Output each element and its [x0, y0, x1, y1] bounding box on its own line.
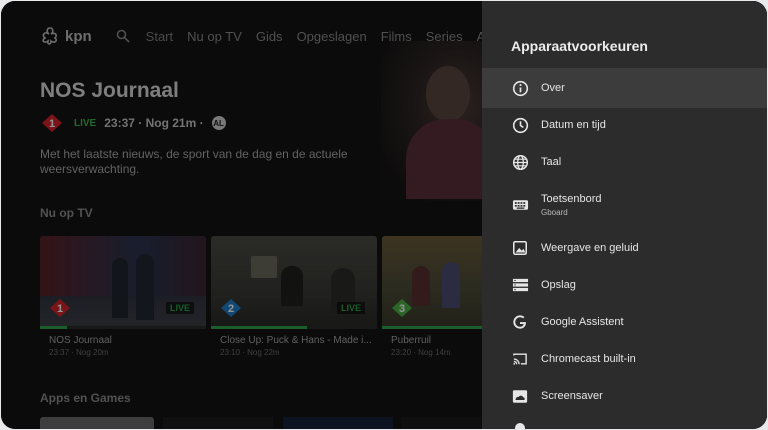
- menu-item-chromecast[interactable]: Chromecast built-in: [482, 339, 767, 379]
- storage-icon: [511, 276, 529, 294]
- menu-item-google-assistent[interactable]: Google Assistent: [482, 302, 767, 342]
- menu-label: Weergave en geluid: [541, 242, 639, 254]
- device-preferences-panel: Apparaatvoorkeuren Over Datum en tijd Ta…: [482, 1, 767, 429]
- cast-icon: [511, 350, 529, 368]
- menu-sublabel: Gboard: [541, 208, 568, 217]
- menu-label: Opslag: [541, 279, 576, 291]
- menu-label: Screensaver: [541, 390, 603, 402]
- clock-icon: [511, 116, 529, 134]
- globe-icon: [511, 153, 529, 171]
- image-icon: [511, 239, 529, 257]
- google-icon: [511, 313, 529, 331]
- menu-label: Over: [541, 82, 565, 94]
- menu-label: Toetsenbord: [541, 193, 602, 205]
- menu-item-datum-en-tijd[interactable]: Datum en tijd: [482, 105, 767, 145]
- menu-item-weergave-en-geluid[interactable]: Weergave en geluid: [482, 228, 767, 268]
- menu-label: Google Assistent: [541, 316, 624, 328]
- info-icon: [511, 79, 529, 97]
- menu-item-taal[interactable]: Taal: [482, 142, 767, 182]
- next-item-icon: [515, 423, 525, 429]
- menu-item-screensaver[interactable]: Screensaver: [482, 376, 767, 416]
- menu-item-over[interactable]: Over: [482, 68, 767, 108]
- panel-title: Apparaatvoorkeuren: [511, 38, 648, 54]
- screensaver-icon: [511, 387, 529, 405]
- keyboard-icon: [511, 196, 529, 214]
- menu-item-opslag[interactable]: Opslag: [482, 265, 767, 305]
- menu-label: Taal: [541, 156, 562, 168]
- tv-screen: kpn Start Nu op TV Gids Opgeslagen Films…: [1, 1, 767, 429]
- menu-label: Datum en tijd: [541, 119, 606, 131]
- menu-item-toetsenbord[interactable]: Toetsenbord Gboard: [482, 183, 767, 227]
- menu-label: Chromecast built-in: [541, 353, 636, 365]
